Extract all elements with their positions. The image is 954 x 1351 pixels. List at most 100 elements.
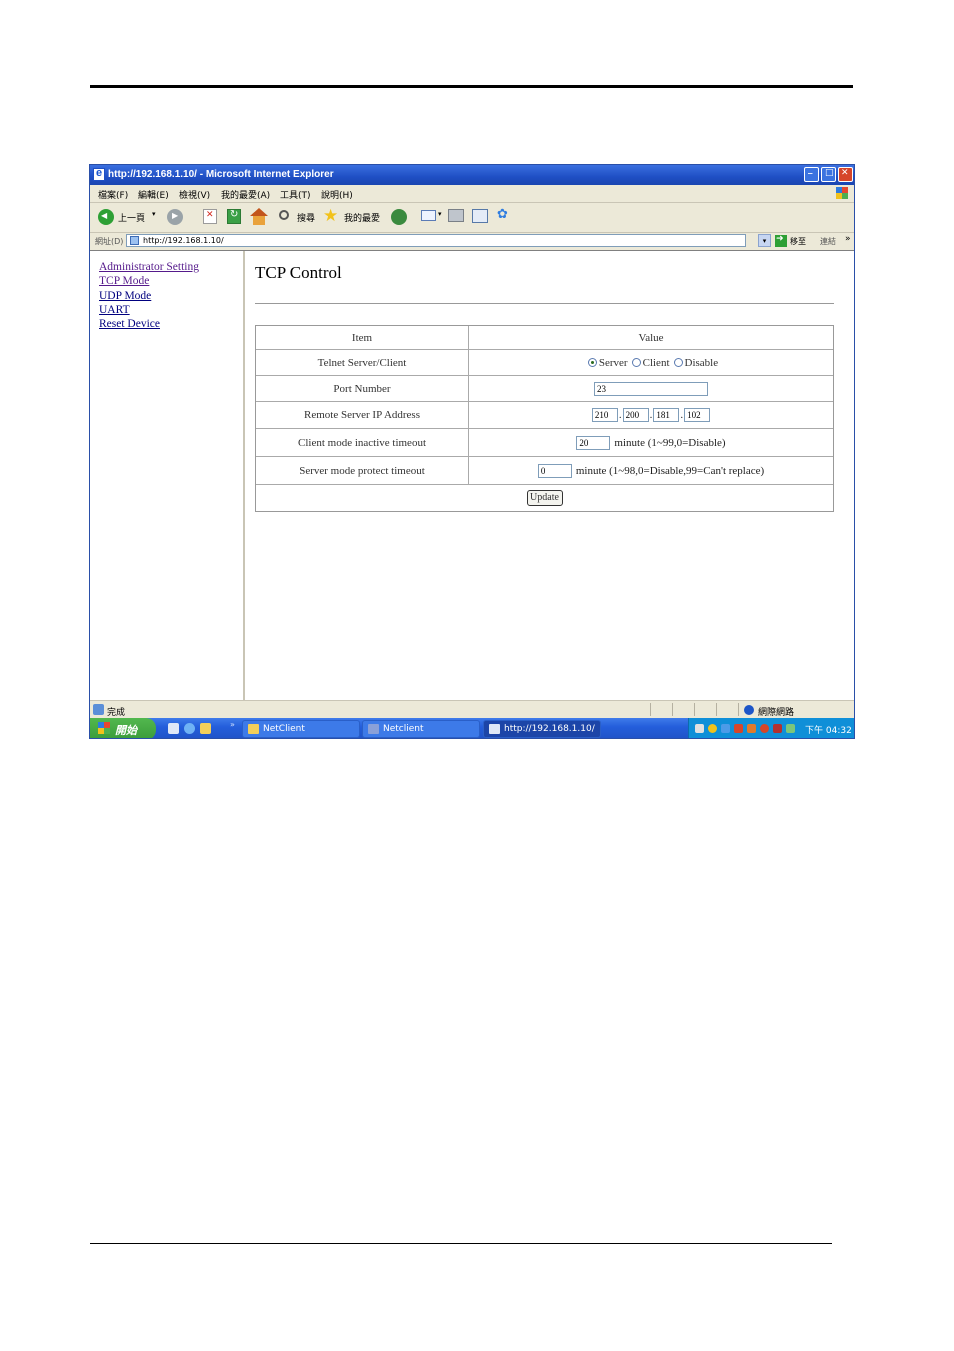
menu-help[interactable]: 說明(H) [321,188,353,201]
mail-icon[interactable] [421,210,436,221]
windows-logo-icon [98,722,110,734]
taskbar-button-label: NetClient [263,724,305,734]
ip-octet-4-input[interactable]: 102 [684,408,711,422]
nav-link-udp-mode[interactable]: UDP Mode [99,290,151,302]
port-label: Port Number [256,376,469,401]
menu-view[interactable]: 檢視(V) [179,188,210,201]
edit-icon[interactable] [472,209,488,223]
start-label: 開始 [115,724,137,737]
address-label: 網址(D) [95,237,124,246]
port-number-input[interactable]: 23 [594,381,708,396]
client-timeout-label: Client mode inactive timeout [256,429,469,456]
stop-icon[interactable] [203,209,217,224]
alert-tray-icon[interactable] [760,724,769,733]
folder-icon [248,724,259,734]
refresh-icon[interactable] [227,209,241,224]
radio-client[interactable] [631,358,641,367]
radio-server-label[interactable]: Server [599,357,628,369]
back-button-label[interactable]: 上一頁 [118,211,145,228]
favorites-button-label[interactable]: 我的最愛 [344,211,380,228]
client-timeout-cell: 20 minute (1~99,0=Disable) [469,429,833,456]
radio-server[interactable] [587,358,597,367]
ie-quicklaunch-icon[interactable] [184,723,195,734]
messenger-tray-icon[interactable] [786,724,795,733]
ip-octet-1-input[interactable]: 210 [591,408,618,422]
radio-disable[interactable] [673,358,683,367]
forward-arrow-icon[interactable] [167,209,183,225]
maximize-button[interactable] [821,167,836,182]
title-bar[interactable]: http://192.168.1.10/ - Microsoft Interne… [90,165,854,185]
volume-tray-icon[interactable] [721,724,730,733]
radio-disable-label[interactable]: Disable [685,357,719,369]
menu-favorites[interactable]: 我的最愛(A) [221,188,270,201]
ie-icon [93,167,105,181]
update-button[interactable]: Update [526,490,563,506]
keyboard-tray-icon[interactable] [695,724,704,733]
back-arrow-icon[interactable] [98,209,114,225]
close-button[interactable] [838,167,853,182]
window-title: http://192.168.1.10/ - Microsoft Interne… [108,169,334,180]
table-row: Server mode protect timeout 0 minute (1~… [256,457,833,485]
network-tray-icon[interactable] [708,724,717,733]
status-divider [694,703,695,716]
menu-edit[interactable]: 編輯(E) [138,188,169,201]
search-icon[interactable] [279,210,289,220]
client-timeout-unit: minute (1~99,0=Disable) [614,436,726,449]
address-dropdown-icon[interactable]: ▾ [758,234,771,247]
home-icon[interactable] [250,208,268,216]
nav-link-tcp-mode[interactable]: TCP Mode [99,275,149,287]
taskbar-button-netclient-folder[interactable]: NetClient [242,720,360,738]
quicklaunch-chevron-icon[interactable]: » [230,720,235,729]
update-tray-icon[interactable] [747,724,756,733]
server-timeout-cell: 0 minute (1~98,0=Disable,99=Can't replac… [469,457,833,484]
minimize-button[interactable] [804,165,819,182]
status-text: 完成 [107,708,126,718]
menu-tools[interactable]: 工具(T) [280,188,311,201]
menu-file[interactable]: 檔案(F) [98,188,128,201]
ip-octet-3-input[interactable]: 181 [653,408,680,422]
links-label[interactable]: 連結 [820,236,836,247]
taskbar-button-netclient-app[interactable]: Netclient [362,720,480,738]
print-icon[interactable] [448,209,464,222]
home-icon-body[interactable] [253,216,265,225]
client-timeout-input[interactable]: 20 [576,435,611,450]
start-button[interactable]: 開始 [90,718,156,738]
taskbar-button-label: Netclient [383,724,424,734]
nav-link-administrator-setting[interactable]: Administrator Setting [99,261,199,273]
show-desktop-icon[interactable] [168,723,179,734]
page-done-icon [93,704,104,715]
taskbar-button-ie[interactable]: http://192.168.1.10/ - ... [483,720,601,738]
windows-logo-icon [836,187,848,199]
links-chevron-icon[interactable]: » [845,234,851,244]
table-footer-row: Update [256,485,833,511]
favorites-star-icon[interactable]: ★ [323,206,338,226]
search-button-label[interactable]: 搜尋 [297,211,315,228]
table-header-row: Item Value [256,326,833,350]
taskbar: 開始 » NetClient Netclient http://192.168.… [90,718,854,738]
back-dropdown-icon[interactable]: ▾ [152,210,156,227]
nav-link-reset-device[interactable]: Reset Device [99,318,160,330]
folder-quicklaunch-icon[interactable] [200,723,211,734]
address-value[interactable]: http://192.168.1.10/ [143,236,224,245]
nav-link-uart[interactable]: UART [99,304,130,316]
toolbar: 上一頁 ▾ 搜尋 ★ 我的最愛 ▾ ✿ [90,203,854,233]
server-timeout-label: Server mode protect timeout [256,457,469,484]
media-icon[interactable] [391,209,407,225]
update-cell: Update [256,485,833,511]
go-button-label[interactable]: 移至 [790,236,806,247]
security-tray-icon[interactable] [734,724,743,733]
ip-octet-2-input[interactable]: 200 [622,408,649,422]
ip-dot: . [649,409,653,421]
status-divider [716,703,717,716]
go-arrow-icon[interactable] [775,234,787,247]
taskbar-button-label: http://192.168.1.10/ - ... [504,724,596,734]
radio-client-label[interactable]: Client [643,357,670,369]
address-input[interactable]: http://192.168.1.10/ [126,234,746,247]
status-divider [650,703,651,716]
server-timeout-input[interactable]: 0 [537,463,572,478]
taskbar-clock: 下午 04:32 [805,726,852,736]
antivirus-tray-icon[interactable] [773,724,782,733]
server-timeout-unit: minute (1~98,0=Disable,99=Can't replace) [575,464,765,477]
messenger-icon[interactable]: ✿ [497,207,508,224]
mail-dropdown-icon[interactable]: ▾ [438,210,442,227]
